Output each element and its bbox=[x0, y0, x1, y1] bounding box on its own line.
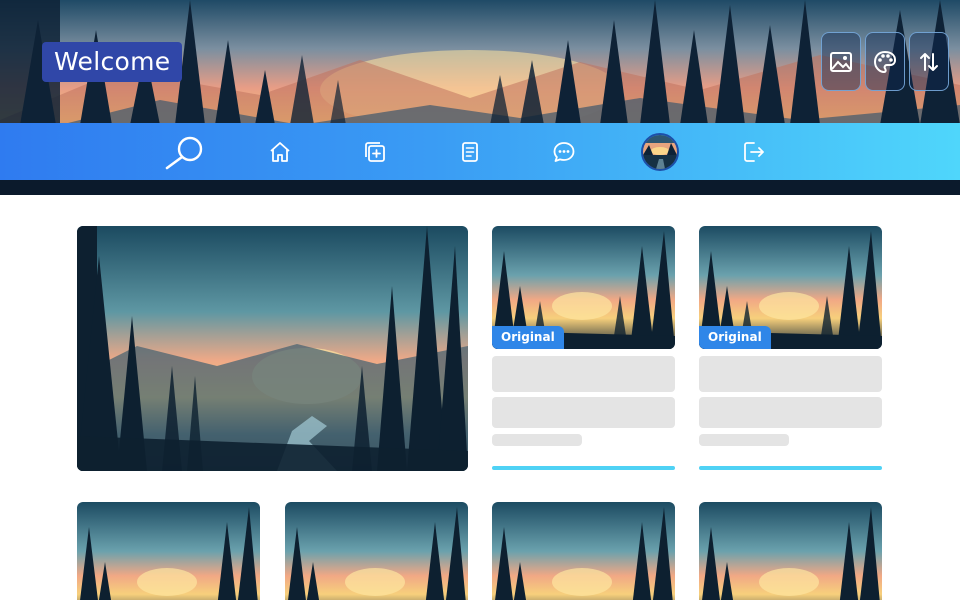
title-placeholder bbox=[492, 356, 675, 392]
avatar bbox=[641, 132, 679, 171]
thumbnail-image bbox=[285, 502, 468, 600]
title-placeholder bbox=[699, 356, 882, 392]
original-badge: Original bbox=[699, 326, 771, 349]
thumbnail-image bbox=[492, 502, 675, 600]
thumbnail-image bbox=[77, 502, 260, 600]
card-underline bbox=[699, 466, 882, 470]
nav-profile[interactable] bbox=[640, 123, 680, 180]
thumbnail-card[interactable] bbox=[492, 502, 675, 600]
add-copy-icon bbox=[365, 141, 385, 162]
image-button[interactable] bbox=[821, 32, 861, 91]
featured-card[interactable] bbox=[77, 226, 468, 471]
nav-new[interactable] bbox=[357, 123, 393, 180]
original-badge: Original bbox=[492, 326, 564, 349]
theme-button[interactable] bbox=[865, 32, 905, 91]
image-icon bbox=[830, 51, 852, 72]
card-underline bbox=[492, 466, 675, 470]
meta-placeholder bbox=[699, 434, 789, 446]
home-icon bbox=[270, 141, 290, 162]
header-banner: Welcome bbox=[0, 0, 960, 195]
nav-logout[interactable] bbox=[736, 123, 772, 180]
logout-icon bbox=[744, 141, 764, 162]
nav-bar bbox=[0, 123, 960, 180]
document-icon bbox=[462, 141, 478, 162]
meta-placeholder bbox=[492, 434, 582, 446]
subtitle-placeholder bbox=[699, 397, 882, 428]
search-icon bbox=[165, 136, 203, 169]
nav-home[interactable] bbox=[262, 123, 298, 180]
thumbnail-card[interactable] bbox=[699, 502, 882, 600]
thumbnail-image bbox=[699, 502, 882, 600]
page: Welcome Original Original bbox=[0, 0, 960, 600]
nav-search[interactable] bbox=[160, 123, 212, 180]
featured-card-image bbox=[77, 226, 468, 471]
nav-messages[interactable] bbox=[546, 123, 582, 180]
thumbnail-card[interactable]: Original bbox=[699, 226, 882, 349]
sort-arrows-icon bbox=[920, 52, 938, 71]
welcome-title: Welcome bbox=[42, 42, 183, 82]
thumbnail-card[interactable] bbox=[77, 502, 260, 600]
subtitle-placeholder bbox=[492, 397, 675, 428]
nav-documents[interactable] bbox=[452, 123, 488, 180]
thumbnail-card[interactable] bbox=[285, 502, 468, 600]
palette-icon bbox=[873, 50, 897, 73]
chat-icon bbox=[553, 141, 575, 162]
avatar-image bbox=[643, 134, 677, 169]
thumbnail-card[interactable]: Original bbox=[492, 226, 675, 349]
sort-button[interactable] bbox=[909, 32, 949, 91]
